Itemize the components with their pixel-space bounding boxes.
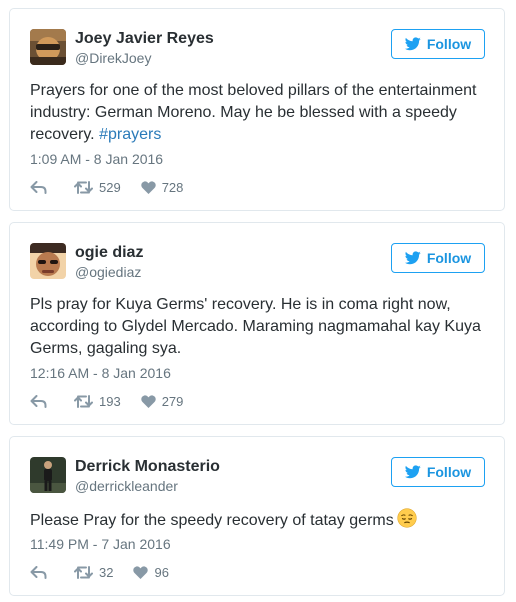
twitter-bird-icon (404, 465, 421, 479)
heart-icon (133, 565, 149, 579)
tweet-body: Prayers for one of the most beloved pill… (30, 82, 477, 143)
username[interactable]: @derrickleander (75, 478, 178, 494)
like-button[interactable]: 96 (133, 564, 169, 580)
reply-button[interactable] (30, 394, 47, 408)
tweet-card: Derrick Monasterio @derrickleander Follo… (9, 436, 505, 596)
tweet-timestamp[interactable]: 12:16 AM - 8 Jan 2016 (30, 365, 171, 381)
avatar[interactable] (30, 243, 66, 279)
like-button[interactable]: 279 (141, 393, 184, 409)
retweet-icon (74, 565, 93, 579)
tweet-timestamp[interactable]: 1:09 AM - 8 Jan 2016 (30, 151, 163, 167)
tweet-timestamp[interactable]: 11:49 PM - 7 Jan 2016 (30, 536, 171, 552)
reply-icon (30, 180, 47, 194)
tweet-actions: 32 96 (30, 562, 169, 582)
heart-icon (141, 180, 156, 194)
username[interactable]: @ogiediaz (75, 264, 141, 280)
tweet-body: Please Pray for the speedy recovery of t… (30, 512, 394, 529)
retweet-icon (74, 394, 93, 408)
reply-icon (30, 394, 47, 408)
retweet-button[interactable]: 529 (74, 180, 121, 195)
retweet-button[interactable]: 32 (74, 565, 113, 580)
display-name[interactable]: ogie diaz (75, 244, 143, 262)
retweet-count: 529 (99, 179, 121, 195)
username[interactable]: @DirekJoey (75, 50, 151, 66)
avatar[interactable] (30, 29, 66, 65)
display-name[interactable]: Joey Javier Reyes (75, 30, 214, 48)
tweet-text: Prayers for one of the most beloved pill… (30, 80, 484, 146)
display-name[interactable]: Derrick Monasterio (75, 458, 220, 476)
follow-button[interactable]: Follow (391, 29, 485, 59)
retweet-count: 32 (99, 564, 114, 580)
tweet-card: Joey Javier Reyes @DirekJoey Follow Pray… (9, 8, 505, 211)
tweet-card: ogie diaz @ogiediaz Follow Pls pray for … (9, 222, 505, 425)
like-count: 96 (154, 564, 169, 580)
like-button[interactable]: 728 (141, 179, 184, 195)
retweet-count: 193 (99, 393, 121, 409)
retweet-icon (74, 180, 93, 194)
heart-icon (141, 394, 156, 408)
follow-button[interactable]: Follow (391, 243, 485, 273)
follow-label: Follow (426, 464, 472, 480)
tweet-actions: 193 279 (30, 391, 183, 411)
follow-label: Follow (426, 250, 472, 266)
tweet-actions: 529 728 (30, 177, 183, 197)
like-count: 279 (161, 393, 184, 409)
like-count: 728 (161, 179, 184, 195)
retweet-button[interactable]: 193 (74, 394, 121, 409)
tweet-text: Please Pray for the speedy recovery of t… (30, 508, 484, 535)
follow-button[interactable]: Follow (391, 457, 485, 487)
reply-button[interactable] (30, 180, 47, 194)
twitter-bird-icon (404, 251, 421, 265)
reply-button[interactable] (30, 565, 47, 579)
hashtag-link[interactable]: #prayers (99, 126, 161, 143)
follow-label: Follow (426, 36, 472, 52)
tweet-text: Pls pray for Kuya Germs' recovery. He is… (30, 296, 481, 357)
twitter-bird-icon (404, 37, 421, 51)
avatar[interactable] (30, 457, 66, 493)
reply-icon (30, 565, 47, 579)
pensive-face-icon (397, 508, 417, 535)
